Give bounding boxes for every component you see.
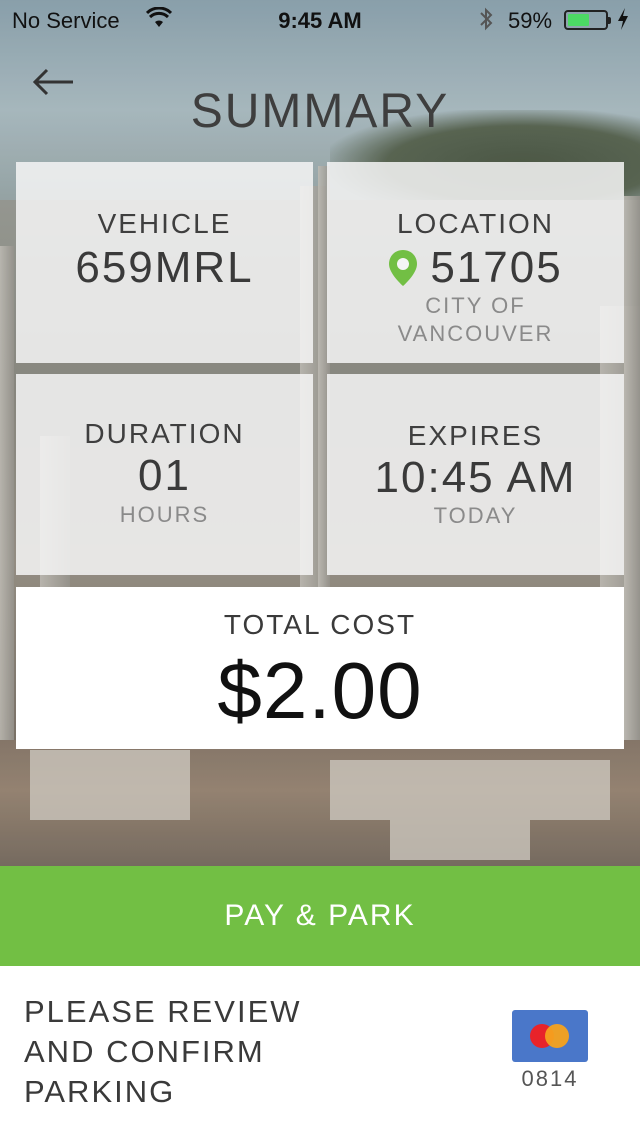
- location-city-line1: CITY OF: [425, 293, 526, 318]
- total-cost-label: TOTAL COST: [223, 609, 417, 640]
- vehicle-label: VEHICLE: [97, 208, 232, 239]
- status-bar: No Service 9:45 AM 59%: [0, 0, 640, 40]
- battery-percent: 59%: [508, 8, 553, 33]
- duration-card: DURATION 01 HOURS: [16, 374, 313, 575]
- expires-day: TODAY: [433, 503, 518, 528]
- location-city: CITY OF VANCOUVER: [327, 292, 624, 348]
- total-cost-amount: $2.00: [217, 646, 423, 735]
- review-message-line1: PLEASE REVIEW: [24, 994, 302, 1029]
- location-pin-icon: [388, 249, 418, 287]
- page-title: SUMMARY: [190, 85, 450, 138]
- location-label: LOCATION: [396, 208, 555, 239]
- duration-value: 01: [138, 451, 191, 500]
- charging-bolt-icon: [616, 7, 630, 37]
- expires-time: 10:45 AM: [374, 453, 577, 502]
- review-message-line2: AND CONFIRM: [24, 1034, 265, 1069]
- location-city-line2: VANCOUVER: [397, 321, 554, 346]
- mastercard-icon[interactable]: [512, 1010, 588, 1062]
- location-value-row: 51705: [327, 246, 624, 290]
- vehicle-plate: 659MRL: [75, 243, 254, 292]
- expires-label: EXPIRES: [407, 420, 544, 451]
- expires-card: EXPIRES 10:45 AM TODAY: [327, 374, 624, 575]
- bluetooth-icon: [478, 7, 494, 37]
- vehicle-card: VEHICLE 659MRL: [16, 162, 313, 363]
- review-message-line3: PARKING: [24, 1074, 176, 1109]
- location-card: LOCATION 51705 CITY OF VANCOUVER: [327, 162, 624, 363]
- card-last4: 0814: [521, 1066, 579, 1091]
- footer: PLEASE REVIEW AND CONFIRM PARKING 0814: [0, 966, 640, 1136]
- total-cost-card: TOTAL COST $2.00: [16, 587, 624, 749]
- location-zone-number: 51705: [430, 243, 563, 292]
- duration-label: DURATION: [84, 418, 245, 449]
- battery-icon: [564, 10, 611, 30]
- pay-and-park-button[interactable]: PAY & PARK: [0, 866, 640, 966]
- review-message: PLEASE REVIEW AND CONFIRM PARKING: [24, 992, 384, 1112]
- duration-unit: HOURS: [119, 502, 210, 527]
